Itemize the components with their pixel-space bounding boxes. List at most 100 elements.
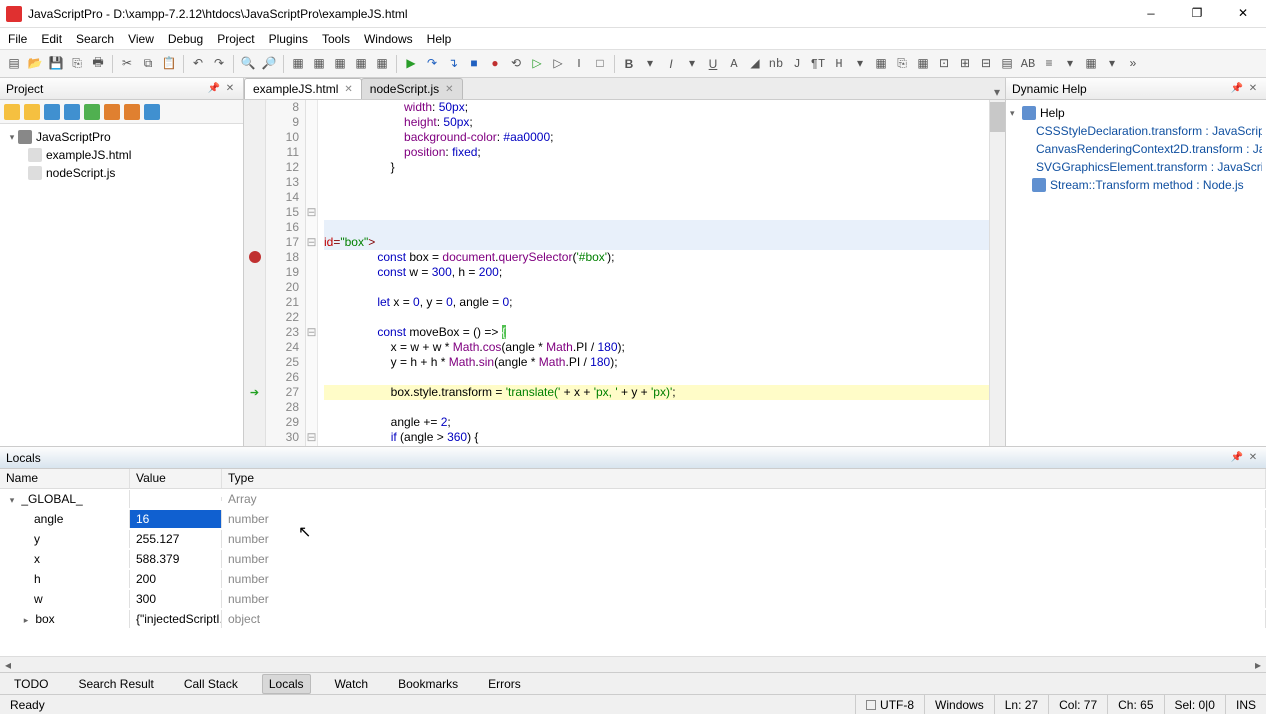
horizontal-scrollbar[interactable]: ◂▸ [0, 656, 1266, 672]
browser-4-icon[interactable]: ▦ [351, 54, 371, 74]
project-root[interactable]: ▾ JavaScriptPro [2, 128, 241, 146]
editor-tab[interactable]: exampleJS.html✕ [244, 78, 362, 99]
locals-col-value[interactable]: Value [130, 469, 222, 488]
browser-5-icon[interactable]: ▦ [372, 54, 392, 74]
menu-help[interactable]: Help [427, 32, 452, 46]
ext-3-icon[interactable]: ⊞ [955, 54, 975, 74]
italic-icon[interactable]: I [661, 54, 681, 74]
project-pin-icon[interactable]: 📌 [207, 82, 221, 96]
menu-file[interactable]: File [8, 32, 27, 46]
help-root[interactable]: ▾ Help [1010, 104, 1262, 122]
help-item[interactable]: CanvasRenderingContext2D.transform : Jav… [1010, 140, 1262, 158]
help-pin-icon[interactable]: 📌 [1230, 82, 1244, 96]
table-dropdown-icon[interactable]: ▾ [1102, 54, 1122, 74]
ext-4-icon[interactable]: ⊟ [976, 54, 996, 74]
bottom-tab-bookmarks[interactable]: Bookmarks [392, 675, 464, 693]
bottom-tab-search-result[interactable]: Search Result [72, 675, 159, 693]
locals-row[interactable]: angle16number [0, 509, 1266, 529]
table-icon[interactable]: ▦ [1081, 54, 1101, 74]
code-editor[interactable]: ➔ 89101112131415161718192021222324252627… [244, 100, 1005, 446]
project-refresh-icon[interactable] [44, 104, 60, 120]
project-upload-icon[interactable] [84, 104, 100, 120]
project-file-icon[interactable] [144, 104, 160, 120]
image-icon[interactable]: ▦ [871, 54, 891, 74]
step-over-icon[interactable]: ↷ [422, 54, 442, 74]
minimize-button[interactable]: — [1128, 0, 1174, 28]
step-into-icon[interactable]: ↴ [443, 54, 463, 74]
link-icon[interactable]: ⎘ [892, 54, 912, 74]
menu-view[interactable]: View [128, 32, 154, 46]
locals-col-name[interactable]: Name [0, 469, 130, 488]
redo-icon[interactable]: ↷ [209, 54, 229, 74]
project-sync-icon[interactable] [64, 104, 80, 120]
save-all-icon[interactable]: ⎘ [67, 54, 87, 74]
cut-icon[interactable]: ✂ [117, 54, 137, 74]
debug-1-icon[interactable]: ⟲ [506, 54, 526, 74]
color-icon[interactable]: ◢ [745, 54, 765, 74]
help-item[interactable]: Stream::Transform method : Node.js [1010, 176, 1262, 194]
heading-icon[interactable]: H [829, 54, 849, 74]
underline-icon[interactable]: U [703, 54, 723, 74]
bottom-tab-todo[interactable]: TODO [8, 675, 54, 693]
overflow-icon[interactable]: » [1123, 54, 1143, 74]
new-file-icon[interactable]: ▤ [4, 54, 24, 74]
menu-edit[interactable]: Edit [41, 32, 62, 46]
locals-row[interactable]: y255.127number [0, 529, 1266, 549]
restart-icon[interactable]: □ [590, 54, 610, 74]
nbsp-icon[interactable]: nb [766, 54, 786, 74]
tab-close-icon[interactable]: ✕ [445, 84, 453, 95]
locals-close-icon[interactable]: ✕ [1246, 451, 1260, 465]
run-icon[interactable]: ▶ [401, 54, 421, 74]
list-icon[interactable]: ≡ [1039, 54, 1059, 74]
menu-plugins[interactable]: Plugins [269, 32, 308, 46]
undo-icon[interactable]: ↶ [188, 54, 208, 74]
ext-2-icon[interactable]: ⊡ [934, 54, 954, 74]
bold-icon[interactable]: B [619, 54, 639, 74]
bold-dropdown-icon[interactable]: ▾ [640, 54, 660, 74]
continue-2-icon[interactable]: ▷ [548, 54, 568, 74]
project-folder-icon[interactable] [104, 104, 120, 120]
print-icon[interactable]: 🖶 [88, 54, 108, 74]
menu-windows[interactable]: Windows [364, 32, 413, 46]
menu-debug[interactable]: Debug [168, 32, 203, 46]
locals-row[interactable]: ▸ box{"injectedScriptI...object [0, 609, 1266, 629]
project-file[interactable]: nodeScript.js [2, 164, 241, 182]
menu-search[interactable]: Search [76, 32, 114, 46]
list-dropdown-icon[interactable]: ▾ [1060, 54, 1080, 74]
bottom-tab-locals[interactable]: Locals [262, 674, 311, 694]
font-icon[interactable]: A [724, 54, 744, 74]
heading-dropdown-icon[interactable]: ▾ [850, 54, 870, 74]
bottom-tab-call-stack[interactable]: Call Stack [178, 675, 244, 693]
browser-2-icon[interactable]: ▦ [309, 54, 329, 74]
locals-row[interactable]: h200number [0, 569, 1266, 589]
paste-icon[interactable]: 📋 [159, 54, 179, 74]
bottom-tab-errors[interactable]: Errors [482, 675, 527, 693]
save-icon[interactable]: 💾 [46, 54, 66, 74]
close-button[interactable]: ✕ [1220, 0, 1266, 28]
locals-pin-icon[interactable]: 📌 [1230, 451, 1244, 465]
anchor-icon[interactable]: J [787, 54, 807, 74]
locals-row[interactable]: w300number [0, 589, 1266, 609]
project-open-icon[interactable] [24, 104, 40, 120]
step-out-icon[interactable]: ■ [464, 54, 484, 74]
tabs-dropdown-icon[interactable]: ▾ [989, 85, 1005, 99]
open-icon[interactable]: 📂 [25, 54, 45, 74]
continue-icon[interactable]: ▷ [527, 54, 547, 74]
project-new-icon[interactable] [4, 104, 20, 120]
italic-dropdown-icon[interactable]: ▾ [682, 54, 702, 74]
locals-row[interactable]: x588.379number [0, 549, 1266, 569]
ext-5-icon[interactable]: ▤ [997, 54, 1017, 74]
search-icon[interactable]: 🔍 [238, 54, 258, 74]
bottom-tab-watch[interactable]: Watch [329, 675, 375, 693]
tab-close-icon[interactable]: ✕ [344, 84, 352, 95]
copy-icon[interactable]: ⧉ [138, 54, 158, 74]
project-close-icon[interactable]: ✕ [223, 82, 237, 96]
help-close-icon[interactable]: ✕ [1246, 82, 1260, 96]
editor-scrollbar[interactable] [989, 100, 1005, 446]
project-file[interactable]: exampleJS.html [2, 146, 241, 164]
browser-3-icon[interactable]: ▦ [330, 54, 350, 74]
pause-icon[interactable]: ‖ [569, 54, 589, 74]
help-item[interactable]: SVGGraphicsElement.transform : JavaScrip… [1010, 158, 1262, 176]
locals-root-row[interactable]: ▾ _GLOBAL_Array [0, 489, 1266, 509]
paragraph-icon[interactable]: ¶T [808, 54, 828, 74]
